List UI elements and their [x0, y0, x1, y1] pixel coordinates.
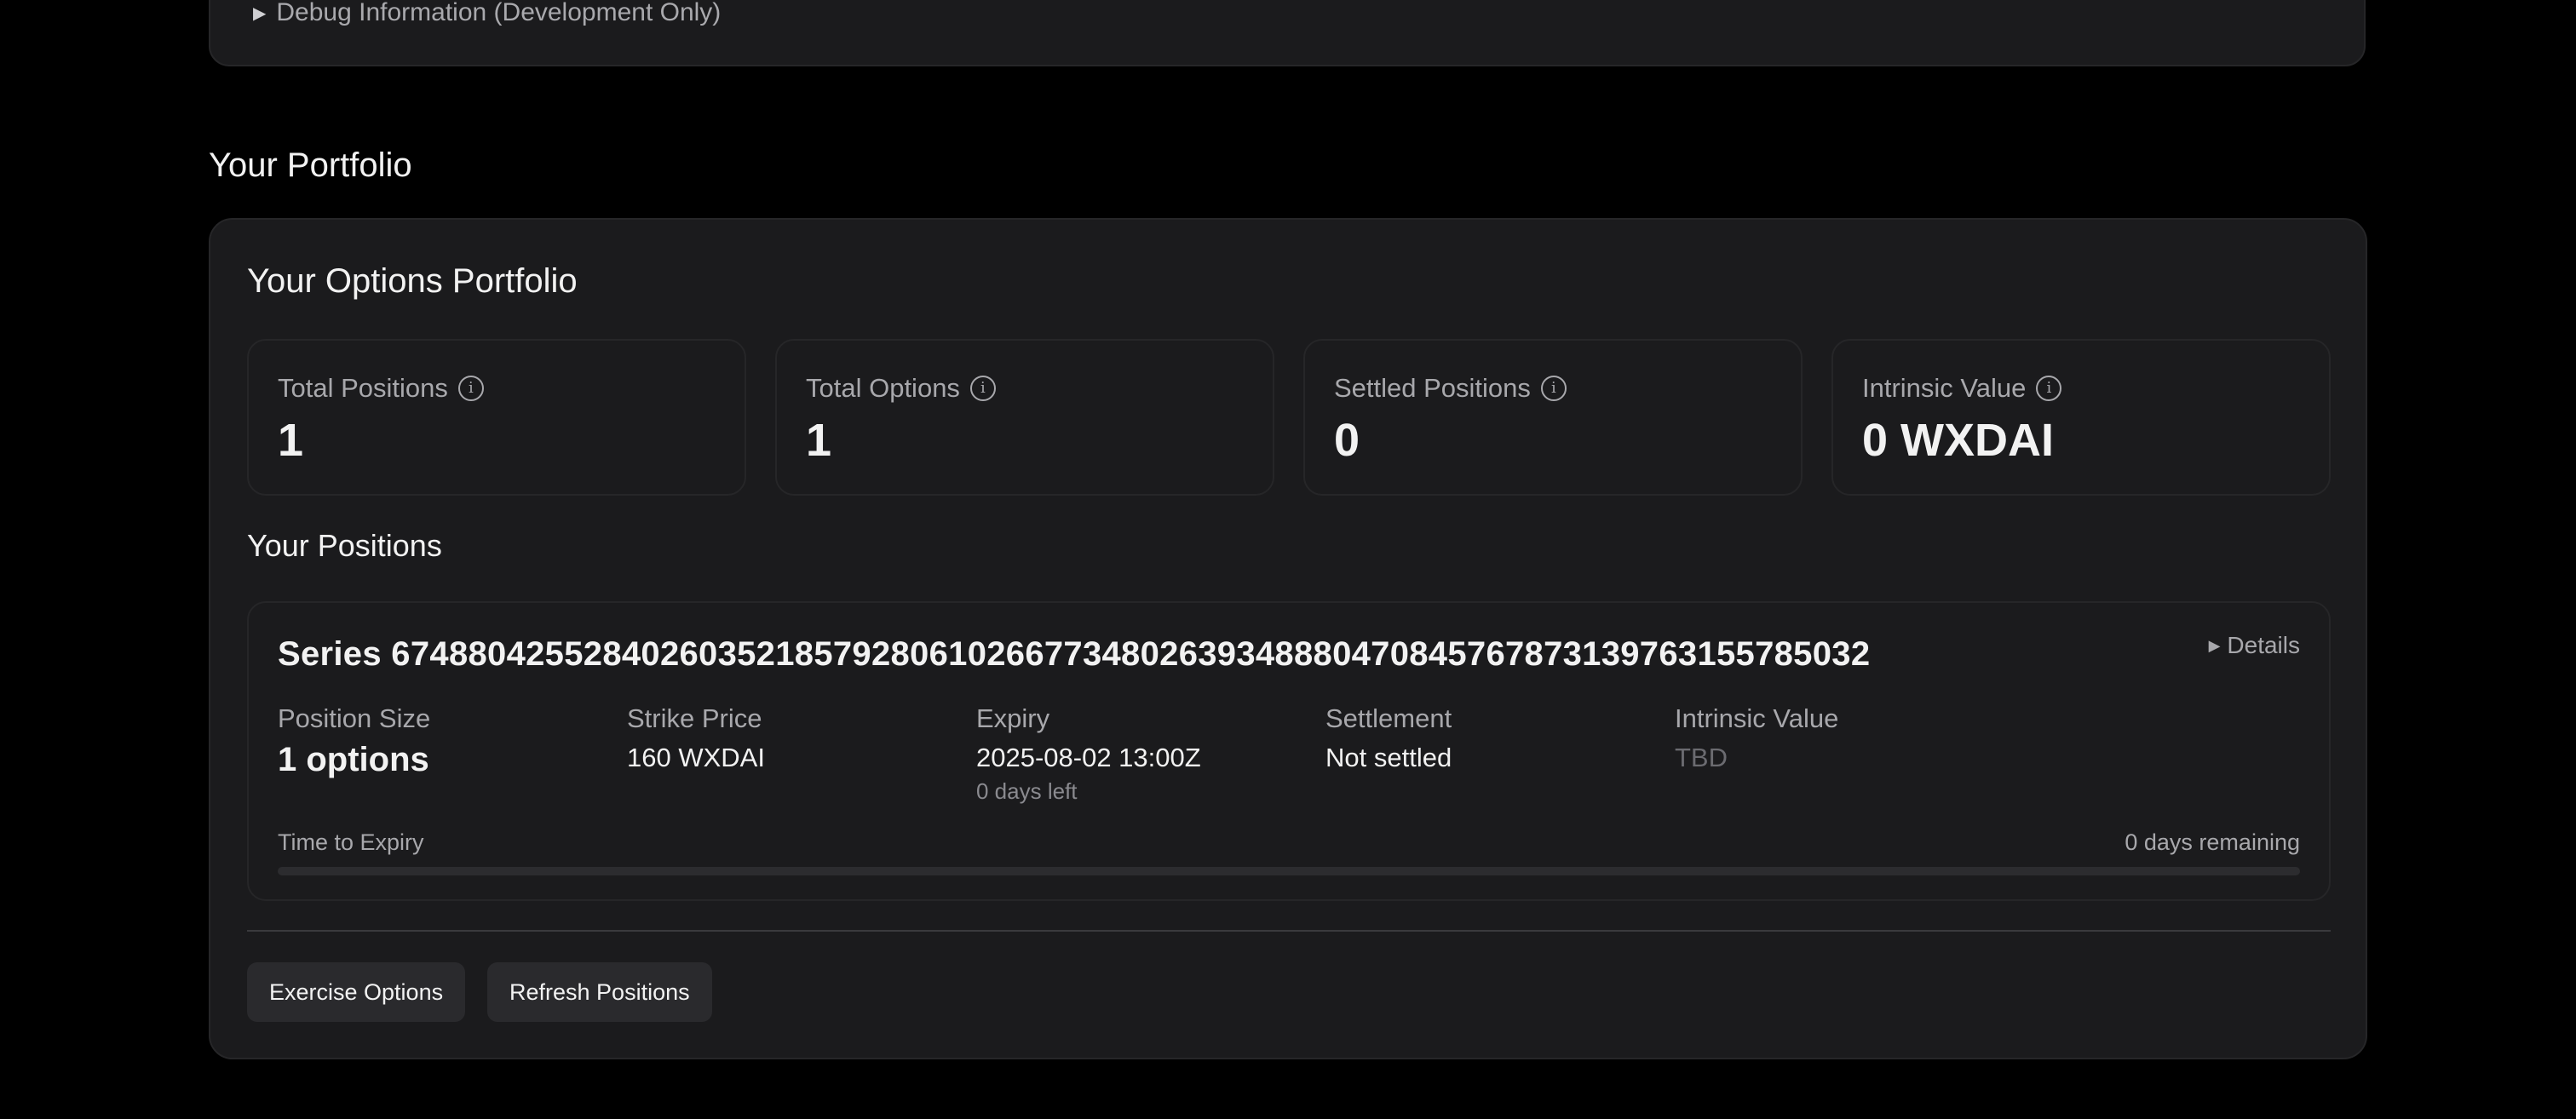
- stat-label: Total Options: [806, 373, 960, 403]
- expiry-progress-bar: [278, 867, 2300, 875]
- field-label: Settlement: [1325, 703, 1452, 733]
- stat-value: 1: [806, 415, 832, 466]
- debug-card: ▶ Debug Information (Development Only): [209, 0, 2366, 66]
- debug-toggle[interactable]: ▶ Debug Information (Development Only): [253, 0, 721, 27]
- info-icon[interactable]: i: [2036, 376, 2062, 401]
- field-label: Expiry: [976, 703, 1050, 733]
- stat-total-positions: Total Positions i 1: [247, 339, 746, 496]
- triangle-right-icon: ▶: [253, 3, 267, 23]
- field-label: Strike Price: [627, 703, 762, 733]
- divider: [247, 930, 2331, 932]
- time-remaining-label: 0 days remaining: [2125, 829, 2300, 855]
- positions-title: Your Positions: [247, 528, 442, 563]
- field-value: 160 WXDAI: [627, 743, 765, 772]
- stat-value: 0 WXDAI: [1862, 415, 2055, 466]
- info-icon[interactable]: i: [969, 376, 996, 401]
- stat-label: Intrinsic Value: [1862, 373, 2027, 403]
- field-intrinsic-value: Intrinsic Value TBD: [1675, 703, 1838, 773]
- field-expiry: Expiry 2025-08-02 13:00Z 0 days left: [976, 703, 1201, 805]
- position-card: Series 674880425528402603521857928061026…: [247, 601, 2331, 901]
- stat-value: 0: [1334, 415, 1360, 466]
- stat-label-row: Total Positions i: [278, 373, 484, 404]
- stat-label-row: Settled Positions i: [1334, 373, 1567, 404]
- field-value: Not settled: [1325, 743, 1452, 772]
- stat-label: Settled Positions: [1334, 373, 1531, 403]
- field-label: Intrinsic Value: [1675, 703, 1839, 733]
- stat-label-row: Intrinsic Value i: [1862, 373, 2062, 404]
- stat-intrinsic-value: Intrinsic Value i 0 WXDAI: [1831, 339, 2331, 496]
- stat-label-row: Total Options i: [806, 373, 996, 404]
- field-strike-price: Strike Price 160 WXDAI: [627, 703, 765, 773]
- field-value: 1 options: [278, 741, 429, 778]
- field-subtext: 0 days left: [976, 778, 1078, 804]
- time-to-expiry-label: Time to Expiry: [278, 829, 424, 855]
- portfolio-card: Your Options Portfolio Total Positions i…: [209, 218, 2367, 1059]
- field-value: TBD: [1675, 743, 1728, 772]
- stat-value: 1: [278, 415, 304, 466]
- triangle-right-icon: ▶: [2208, 636, 2221, 654]
- exercise-options-button[interactable]: Exercise Options: [247, 962, 466, 1022]
- field-settlement: Settlement Not settled: [1325, 703, 1452, 773]
- section-title: Your Portfolio: [209, 146, 412, 184]
- field-label: Position Size: [278, 703, 431, 733]
- details-toggle[interactable]: ▶ Details: [2209, 632, 2300, 659]
- info-icon[interactable]: i: [457, 376, 484, 401]
- stat-settled-positions: Settled Positions i 0: [1303, 339, 1803, 496]
- debug-summary-label: Debug Information (Development Only): [276, 0, 722, 26]
- refresh-positions-button[interactable]: Refresh Positions: [487, 962, 712, 1022]
- stat-label: Total Positions: [278, 373, 448, 403]
- field-position-size: Position Size 1 options: [278, 703, 430, 779]
- portfolio-title: Your Options Portfolio: [247, 262, 578, 300]
- field-value: 2025-08-02 13:00Z: [976, 743, 1201, 772]
- page: ▶ Debug Information (Development Only) Y…: [0, 0, 2576, 1119]
- series-title: Series 674880425528402603521857928061026…: [278, 635, 1871, 673]
- info-icon[interactable]: i: [1540, 376, 1567, 401]
- stat-total-options: Total Options i 1: [775, 339, 1274, 496]
- details-label: Details: [2227, 632, 2300, 658]
